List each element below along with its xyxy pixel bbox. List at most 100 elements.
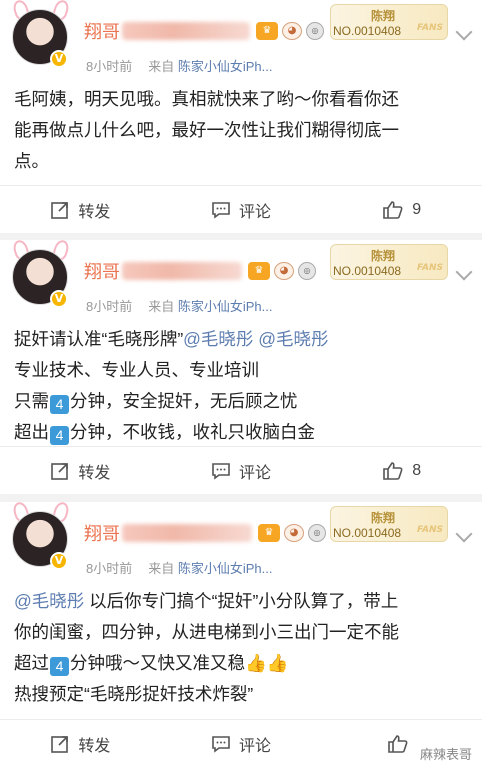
chevron-down-icon[interactable]: [455, 525, 473, 543]
comment-label: 评论: [239, 203, 272, 221]
repost-icon: [51, 462, 69, 480]
fan-card[interactable]: 陈翔 NO.0010408 FANS: [330, 4, 448, 40]
post-source[interactable]: 陈家小仙女iPh...: [178, 561, 273, 576]
repost-label: 转发: [78, 737, 111, 755]
post-header: V 翔哥 ♛ ◕ ◎ 陈翔 NO.0010408 FANS 8小时前 来自 陈家小…: [0, 238, 482, 320]
mention-link[interactable]: @毛晓彤: [183, 329, 253, 349]
like-button[interactable]: 8: [321, 447, 482, 494]
repost-button[interactable]: 转发: [0, 720, 161, 767]
post-content: @毛晓彤 以后你专门搞个“捉奸”小分队算了，带上 你的闺蜜，四分钟，从进电梯到小…: [0, 582, 482, 710]
content-text: 超过: [14, 653, 49, 673]
author-name[interactable]: 翔哥: [84, 520, 120, 546]
post-meta: 8小时前 来自 陈家小仙女iPh...: [86, 558, 273, 577]
fan-card-tag: FANS: [417, 263, 443, 273]
number-keycap-icon: 4: [50, 657, 69, 676]
rank-badge-icon[interactable]: ◎: [306, 22, 324, 40]
content-text: 分钟，安全捉奸，无后顾之忧: [70, 391, 298, 411]
repost-button[interactable]: 转发: [0, 447, 161, 494]
pig-badge-icon[interactable]: ◕: [274, 262, 294, 280]
fan-card-tag: FANS: [417, 23, 443, 33]
post-meta: 8小时前 来自 陈家小仙女iPh...: [86, 296, 273, 315]
fan-card-number: NO.0010408: [333, 526, 402, 540]
post-time: 8小时前: [86, 561, 133, 576]
weibo-post-3: V 翔哥 ♛ ◕ ◎ 陈翔 NO.0010408 FANS 8小时前 来自 陈家小…: [0, 500, 482, 767]
repost-icon: [51, 735, 69, 753]
author-row: 翔哥 ♛ ◕ ◎: [84, 520, 326, 546]
thumbs-up-icon: [383, 461, 403, 480]
blurred-name-segment: [122, 22, 250, 40]
content-line: @毛晓彤 以后你专门搞个“捉奸”小分队算了，带上: [14, 586, 468, 617]
verified-icon: V: [50, 50, 68, 68]
comment-button[interactable]: 评论: [161, 720, 322, 767]
content-line: 超出 4 分钟，不收钱，收礼只收脑白金: [14, 417, 468, 448]
fan-card-number: NO.0010408: [333, 24, 402, 38]
post-header: V 翔哥 ♛ ◕ ◎ 陈翔 NO.0010408 FANS 8小时前 来自 陈家小…: [0, 500, 482, 582]
author-row: 翔哥 ♛ ◕ ◎: [84, 18, 324, 44]
comment-label: 评论: [239, 464, 272, 482]
mention-link[interactable]: @毛晓彤: [14, 591, 84, 611]
content-text: 捉奸请认准“毛晓彤牌”: [14, 329, 184, 349]
post-content: 捉奸请认准“毛晓彤牌”@毛晓彤 @毛晓彤 专业技术、专业人员、专业培训 只需 4 分…: [0, 320, 482, 448]
post-actions: 转发 评论 9: [0, 185, 482, 233]
number-keycap-icon: 4: [50, 395, 69, 414]
comment-button[interactable]: 评论: [161, 447, 322, 494]
mention-link[interactable]: @毛晓彤: [258, 329, 328, 349]
author-name[interactable]: 翔哥: [84, 258, 120, 284]
rank-badge-icon[interactable]: ◎: [298, 262, 316, 280]
post-content: 毛阿姨，明天见哦。真相就快来了哟～你看看你还 能再做点儿什么吧，最好一次性让我们…: [0, 80, 482, 177]
fan-card-name: 陈翔: [371, 249, 396, 263]
like-count: 8: [412, 461, 422, 479]
member-crown-icon[interactable]: ♛: [258, 524, 280, 542]
comment-icon: [212, 201, 230, 219]
repost-button[interactable]: 转发: [0, 186, 161, 233]
number-keycap-icon: 4: [50, 426, 69, 445]
like-count: 9: [412, 200, 422, 218]
content-line: 专业技术、专业人员、专业培训: [14, 360, 259, 380]
comment-icon: [212, 462, 230, 480]
source-prefix: 来自: [148, 59, 175, 74]
member-crown-icon[interactable]: ♛: [256, 22, 278, 40]
post-time: 8小时前: [86, 299, 133, 314]
verified-icon: V: [50, 552, 68, 570]
content-line: 你的闺蜜，四分钟，从进电梯到小三出门一定不能: [14, 622, 399, 642]
comment-button[interactable]: 评论: [161, 186, 322, 233]
repost-label: 转发: [78, 464, 111, 482]
post-actions: 转发 评论 8: [0, 446, 482, 494]
content-line: 只需 4 分钟，安全捉奸，无后顾之忧: [14, 386, 468, 417]
pig-badge-icon[interactable]: ◕: [282, 22, 302, 40]
comment-icon: [212, 735, 230, 753]
author-name[interactable]: 翔哥: [84, 18, 120, 44]
content-text: 只需: [14, 391, 49, 411]
weibo-post-2: V 翔哥 ♛ ◕ ◎ 陈翔 NO.0010408 FANS 8小时前 来自 陈家小…: [0, 238, 482, 494]
content-text: 超出: [14, 422, 49, 442]
fan-card-tag: FANS: [417, 525, 443, 535]
post-source[interactable]: 陈家小仙女iPh...: [178, 299, 273, 314]
rank-badge-icon[interactable]: ◎: [308, 524, 326, 542]
fan-card[interactable]: 陈翔 NO.0010408 FANS: [330, 506, 448, 542]
like-button[interactable]: 9: [321, 186, 482, 233]
content-line: 捉奸请认准“毛晓彤牌”@毛晓彤 @毛晓彤: [14, 324, 468, 355]
fan-card[interactable]: 陈翔 NO.0010408 FANS: [330, 244, 448, 280]
source-prefix: 来自: [148, 299, 175, 314]
chevron-down-icon[interactable]: [455, 263, 473, 281]
author-row: 翔哥 ♛ ◕ ◎: [84, 258, 316, 284]
blurred-name-segment: [122, 524, 252, 542]
member-crown-icon[interactable]: ♛: [248, 262, 270, 280]
post-source[interactable]: 陈家小仙女iPh...: [178, 59, 273, 74]
post-time: 8小时前: [86, 59, 133, 74]
content-line: 超过 4 分钟哦～又快又准又稳👍👍: [14, 648, 468, 679]
content-line: 热搜预定“毛晓彤捉奸技术炸裂”: [14, 684, 254, 704]
content-text: 分钟哦～又快又准又稳👍👍: [70, 653, 289, 673]
thumbs-up-icon: [383, 200, 403, 219]
blurred-name-segment: [122, 262, 242, 280]
content-line: 毛阿姨，明天见哦。真相就快来了哟～你看看你还: [14, 89, 399, 109]
content-line: 点。: [14, 151, 49, 171]
fan-card-name: 陈翔: [371, 9, 396, 23]
watermark: 麻辣表哥: [419, 747, 472, 762]
chevron-down-icon[interactable]: [455, 23, 473, 41]
post-actions: 转发 评论: [0, 719, 482, 767]
content-text: 以后你专门搞个“捉奸”小分队算了，带上: [84, 591, 399, 611]
thumbs-up-icon: [387, 734, 408, 753]
pig-badge-icon[interactable]: ◕: [284, 524, 304, 542]
content-line: 能再做点儿什么吧，最好一次性让我们糊得彻底一: [14, 120, 399, 140]
